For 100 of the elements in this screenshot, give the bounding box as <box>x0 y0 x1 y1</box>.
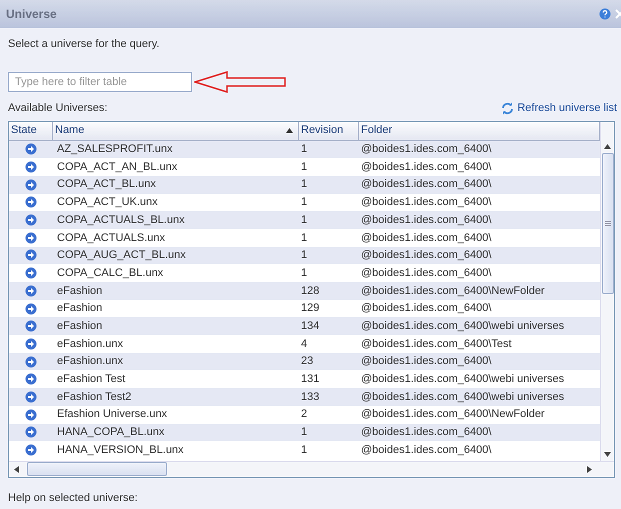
table-cell: COPA_ACT_AN_BL.unx <box>57 160 178 173</box>
table-cell: @boides1.ides.com_6400\ <box>361 426 492 438</box>
available-universes-label: Available Universes: <box>8 101 108 116</box>
table-row[interactable]: COPA_ACTUALS_BL.unx 1 @boides1.ides.com_6400\ <box>9 211 600 229</box>
table-cell: 1 <box>301 160 308 173</box>
table-cell: @boides1.ides.com_6400\ <box>361 178 492 190</box>
arrow-circle-icon <box>25 302 37 315</box>
table-cell: COPA_ACT_UK.unx <box>57 196 158 208</box>
table-row[interactable]: eFashion 134 @boides1.ides.com_6400\webi universes <box>9 317 600 336</box>
refresh-icon <box>501 102 514 115</box>
refresh-link[interactable]: Refresh universe list <box>501 100 617 117</box>
table-cell: COPA_ACT_BL.unx <box>57 178 156 190</box>
scroll-right-icon[interactable] <box>587 466 592 472</box>
table-cell: eFashion <box>57 302 102 314</box>
table-cell: @boides1.ides.com_6400\webi universes <box>361 390 564 403</box>
table-cell: @boides1.ides.com_6400\ <box>361 196 492 208</box>
table-cell: @boides1.ides.com_6400\ <box>361 302 492 314</box>
table-cell: @boides1.ides.com_6400\ <box>361 249 492 262</box>
table-row[interactable]: HANA_COPA_BL.unx 1 @boides1.ides.com_6400\ <box>9 424 600 442</box>
table-cell: 134 <box>301 320 320 332</box>
arrow-circle-icon <box>25 249 37 262</box>
arrow-circle-icon <box>25 426 37 438</box>
table-cell: 131 <box>301 373 320 386</box>
scroll-up-icon[interactable] <box>604 144 611 148</box>
table-cell: AZ_SALESPROFIT.unx <box>57 143 173 156</box>
table-cell: @boides1.ides.com_6400\ <box>361 444 492 456</box>
column-header[interactable]: State <box>9 122 53 140</box>
table-cell: HANA_COPA_BL.unx <box>57 426 164 438</box>
arrow-circle-icon <box>25 178 37 191</box>
arrow-circle-icon <box>25 161 37 174</box>
table-cell: eFashion Test2 <box>57 390 132 403</box>
filter-field[interactable]: Type here to filter table <box>8 72 192 92</box>
arrow-circle-icon <box>25 143 37 156</box>
table-cell: @boides1.ides.com_6400\ <box>361 143 492 156</box>
table-cell: COPA_CALC_BL.unx <box>57 266 164 279</box>
help-icon[interactable] <box>599 8 611 20</box>
table-cell: 1 <box>301 232 308 244</box>
help-label: Help on selected universe: <box>8 490 139 506</box>
table-cell: eFashion <box>57 284 102 297</box>
table-cell: 1 <box>301 196 308 208</box>
table-cell: @boides1.ides.com_6400\ <box>361 160 492 173</box>
column-header[interactable]: Name <box>53 122 299 140</box>
scroll-down-icon[interactable] <box>604 452 611 456</box>
table-cell: eFashion.unx <box>57 338 124 350</box>
table-cell: 1 <box>301 426 308 438</box>
table-cell: @boides1.ides.com_6400\webi universes <box>361 373 564 386</box>
table-row[interactable]: eFashion 129 @boides1.ides.com_6400\ <box>9 300 600 318</box>
table-cell: 1 <box>301 143 308 156</box>
table-row[interactable]: eFashion Test2 133 @boides1.ides.com_6400\webi universes <box>9 388 600 406</box>
table-cell: @boides1.ides.com_6400\NewFolder <box>361 408 545 420</box>
table-row[interactable]: eFashion.unx 23 @boides1.ides.com_6400\ <box>9 352 600 370</box>
table-cell: @boides1.ides.com_6400\webi universes <box>361 320 564 332</box>
scroll-left-icon[interactable] <box>14 466 19 472</box>
table-row[interactable]: eFashion 128 @boides1.ides.com_6400\NewFolder <box>9 282 600 300</box>
table-cell: 1 <box>301 249 308 262</box>
table-cell: 1 <box>301 178 308 190</box>
table-cell: 1 <box>301 214 308 226</box>
table-row[interactable]: COPA_ACT_BL.unx 1 @boides1.ides.com_6400\ <box>9 176 600 194</box>
table-cell: @boides1.ides.com_6400\Test <box>361 338 512 350</box>
table-cell: 128 <box>301 284 320 297</box>
arrow-circle-icon <box>25 284 37 297</box>
sort-ascending-icon <box>286 128 293 133</box>
table-row[interactable]: COPA_AUG_ACT_BL.unx 1 @boides1.ides.com_6400\ <box>9 246 600 264</box>
table-cell: COPA_ACTUALS_BL.unx <box>57 214 185 226</box>
table-cell: 23 <box>301 355 314 368</box>
table-cell: 1 <box>301 444 308 456</box>
table-cell: @boides1.ides.com_6400\ <box>361 232 492 244</box>
table-cell: @boides1.ides.com_6400\NewFolder <box>361 284 545 297</box>
arrow-circle-icon <box>25 196 37 208</box>
table-cell: eFashion.unx <box>57 355 124 368</box>
table-cell: 129 <box>301 302 320 314</box>
horizontal-scrollbar[interactable] <box>9 460 614 476</box>
table-cell: @boides1.ides.com_6400\ <box>361 266 492 279</box>
column-header[interactable]: Revision <box>299 122 359 140</box>
arrow-circle-icon <box>25 356 37 368</box>
table-cell: COPA_AUG_ACT_BL.unx <box>57 249 186 262</box>
table-row[interactable]: AZ_SALESPROFIT.unx 1 @boides1.ides.com_6400\ <box>9 140 600 158</box>
arrow-circle-icon <box>25 214 37 226</box>
table-cell: 2 <box>301 408 308 420</box>
arrow-circle-icon <box>25 232 37 244</box>
grip-icon <box>604 220 610 226</box>
table-cell: eFashion Test <box>57 373 126 386</box>
arrow-circle-icon <box>25 390 37 403</box>
table-cell: 4 <box>301 338 308 350</box>
window-title: Universe <box>6 6 58 23</box>
arrow-circle-icon <box>25 267 37 280</box>
arrow-circle-icon <box>25 338 37 350</box>
left-arrow-icon <box>194 70 288 92</box>
table-cell: Efashion Universe.unx <box>57 408 168 420</box>
table-cell: HANA_VERSION_BL.unx <box>57 444 184 456</box>
arrow-circle-icon <box>25 408 37 421</box>
table-row[interactable]: COPA_ACT_UK.unx 1 @boides1.ides.com_6400\ <box>9 194 600 212</box>
arrow-circle-icon <box>25 320 37 332</box>
table-cell: COPA_ACTUALS.unx <box>57 232 166 244</box>
table-cell: @boides1.ides.com_6400\ <box>361 355 492 368</box>
arrow-circle-icon <box>25 373 37 386</box>
table-cell: @boides1.ides.com_6400\ <box>361 214 492 226</box>
table-cell: eFashion <box>57 320 102 332</box>
table-cell: 133 <box>301 390 320 403</box>
vertical-scrollbar[interactable] <box>600 122 614 460</box>
